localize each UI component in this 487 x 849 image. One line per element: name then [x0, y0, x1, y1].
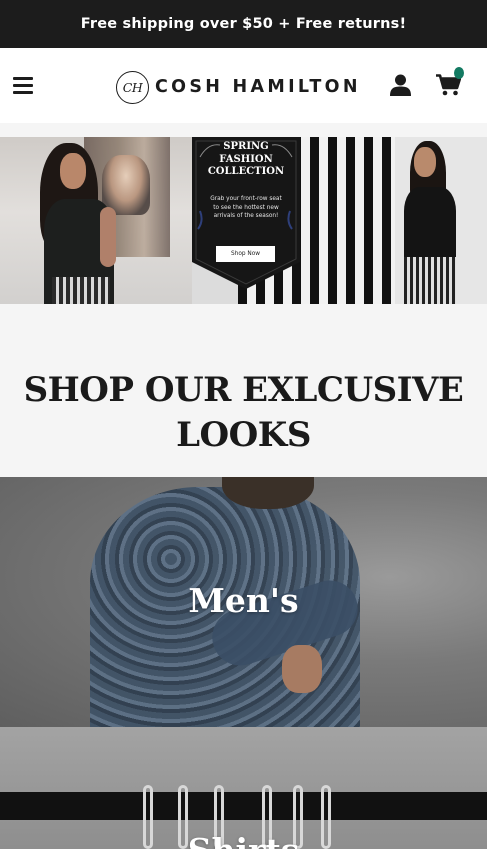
cart-badge [454, 67, 464, 79]
collection-card-mens[interactable]: Men's [0, 477, 487, 727]
banner-subtitle: Grab your front-row seat to see the hott… [210, 196, 282, 219]
site-header: CH COSH HAMILTON [0, 48, 487, 123]
announcement-text: Free shipping over $50 + Free returns! [80, 16, 407, 32]
logo-text: COSH HAMILTON [155, 77, 361, 97]
collection-card-shirts[interactable]: Shirts [0, 727, 487, 849]
hero-banner[interactable]: SPRING FASHION COLLECTION Grab your fron… [0, 137, 487, 304]
collection-title-mens: Men's [188, 581, 299, 620]
section-title: SHOP OUR EXLCUSIVE LOOKS [23, 370, 464, 455]
shop-now-button[interactable]: Shop Now [216, 246, 275, 262]
user-icon[interactable] [390, 74, 411, 96]
hamburger-menu-icon[interactable] [13, 77, 33, 95]
collection-title-shirts: Shirts [0, 831, 487, 849]
spring-collection-banner: SPRING FASHION COLLECTION Grab your fron… [192, 137, 300, 289]
hero-photo-left [0, 137, 192, 304]
announcement-bar: Free shipping over $50 + Free returns! [0, 0, 487, 48]
site-logo[interactable]: CH COSH HAMILTON [116, 70, 361, 104]
logo-mark: CH [116, 70, 149, 104]
collections-section-header: SHOP OUR EXLCUSIVE LOOKS [0, 304, 487, 477]
banner-title: SPRING FASHION COLLECTION [207, 141, 285, 177]
